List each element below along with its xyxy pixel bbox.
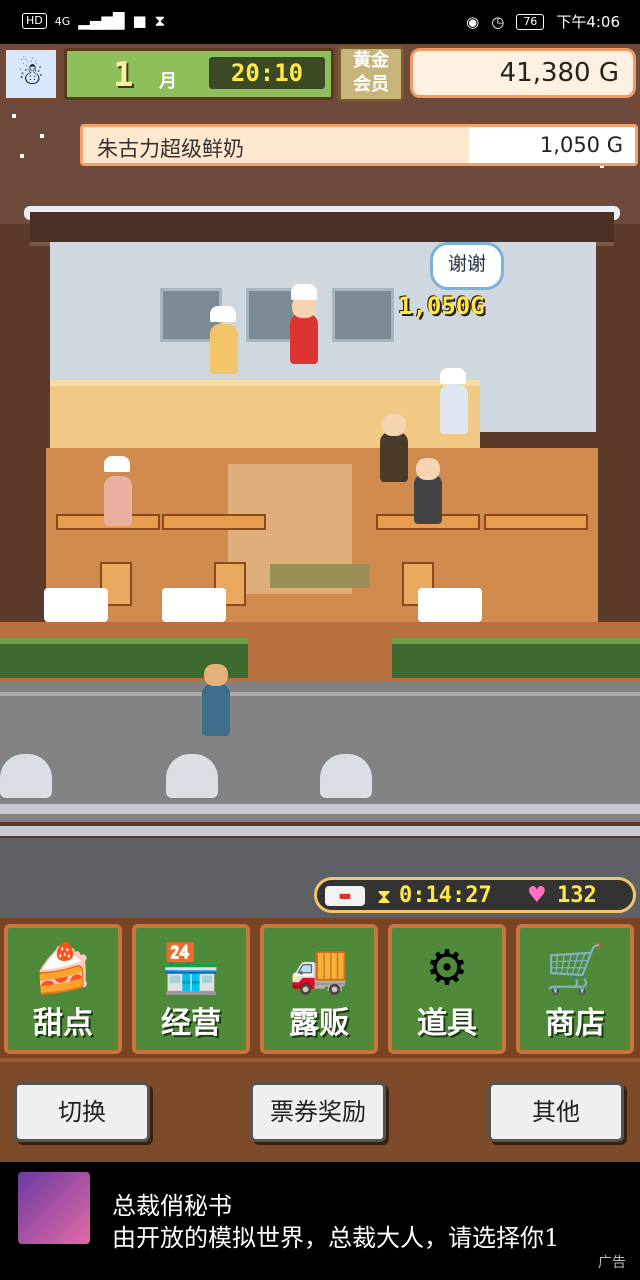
switch-button[interactable]: 切换 (14, 1082, 150, 1142)
walking-customer-head (204, 664, 228, 686)
money-display: 41,380 G (410, 48, 636, 98)
snowflake (40, 134, 44, 138)
thanks-speech-bubble: 谢谢 (430, 242, 504, 290)
notification-icon: ■ (132, 12, 147, 30)
network-indicator: 4G (54, 14, 71, 28)
shop-icon: 🏪 (161, 940, 221, 997)
walking-customer[interactable] (202, 684, 230, 736)
heart-count: 132 (557, 883, 597, 908)
ad-thumbnail (18, 1172, 90, 1244)
snowy-bush (166, 754, 218, 798)
clock-time: 下午4:06 (556, 13, 620, 31)
signal-icon: ▂▄▆█ (78, 12, 125, 30)
fence-rail (0, 804, 640, 814)
other-button[interactable]: 其他 (488, 1082, 624, 1142)
items-button[interactable]: ⚙ 道具 (388, 924, 506, 1054)
flower-hedge (392, 638, 640, 678)
month-number: 1 (113, 55, 134, 95)
sale-banner: 朱古力超级鲜奶 1,050 G (80, 124, 638, 166)
store-label: 商店 (545, 1006, 605, 1041)
sale-item-price: 1,050 G (469, 127, 635, 163)
voucher-rewards-button[interactable]: 票券奖励 (250, 1082, 386, 1142)
dessert-label: 甜点 (33, 1006, 93, 1041)
door-mat (270, 564, 370, 588)
top-hud: ☃ 1 月 20:10 黄金 会员 41,380 G (0, 44, 640, 104)
cafe-table[interactable] (162, 588, 226, 622)
customer-character[interactable] (414, 474, 442, 524)
gold-member-label-bottom: 会员 (353, 74, 389, 95)
customer-character[interactable] (380, 432, 408, 482)
ad-description: 由开放的模拟世界，总裁大人，请选择你1 (112, 1224, 560, 1252)
cart-icon: 🛒 (545, 940, 605, 997)
ad-banner[interactable]: 总裁俏秘书 由开放的模拟世界，总裁大人，请选择你1 广告 (0, 1164, 640, 1280)
alarm-icon: ◷ (491, 12, 505, 31)
oven (332, 288, 394, 342)
eye-icon: ◉ (466, 12, 480, 31)
food-truck-icon: 🚚 (289, 940, 349, 997)
baker-hat (210, 306, 236, 322)
manage-button[interactable]: 🏪 经营 (132, 924, 250, 1054)
cashier-character[interactable] (440, 384, 468, 434)
ad-title: 总裁俏秘书 (112, 1192, 232, 1220)
season-snowman-icon[interactable]: ☃ (3, 47, 59, 101)
staff-character[interactable] (104, 476, 132, 526)
shop-counter (50, 380, 480, 454)
main-menu: 🍰 甜点 🏪 经营 🚚 露贩 ⚙ 道具 🛒 商店 (0, 918, 640, 1058)
month-label: 月 (159, 71, 177, 92)
store-button[interactable]: 🛒 商店 (516, 924, 634, 1054)
gold-member-label-top: 黄金 (353, 50, 389, 71)
display-table[interactable] (162, 514, 266, 530)
event-timer: 0:14:27 (399, 883, 492, 908)
snowflake (20, 154, 24, 158)
dessert-button[interactable]: 🍰 甜点 (4, 924, 122, 1054)
items-label: 道具 (417, 1006, 477, 1041)
hourglass-status-icon: ⧗ (154, 12, 166, 30)
food-truck-small-icon: ▬ (325, 886, 365, 906)
battery-indicator: 76 (516, 13, 545, 30)
cafe-table[interactable] (44, 588, 108, 622)
street (0, 682, 640, 822)
items-icon: ⚙ (425, 940, 469, 996)
event-timer-bar[interactable]: ▬ ⧗ 0:14:27 ♥ 132 (314, 877, 636, 913)
snowflake (12, 114, 16, 118)
chef-character[interactable] (290, 314, 318, 364)
game-time: 20:10 (209, 57, 325, 89)
date-display: 1 月 20:10 (64, 48, 334, 100)
manage-label: 经营 (161, 1006, 221, 1041)
food-truck-button[interactable]: 🚚 露贩 (260, 924, 378, 1054)
hourglass-icon: ⧗ (377, 884, 392, 908)
action-bar: 切换 票券奖励 其他 (0, 1058, 640, 1162)
curb (0, 692, 640, 696)
snowy-bush (320, 754, 372, 798)
ad-tag: 广告 (598, 1255, 626, 1271)
gold-member-badge[interactable]: 黄金 会员 (338, 46, 404, 102)
shop-eaves (30, 212, 614, 246)
baker-character[interactable] (210, 324, 238, 374)
fence-rail (0, 826, 640, 836)
display-table[interactable] (484, 514, 588, 530)
heart-icon: ♥ (527, 883, 547, 908)
earned-amount: 1,050G (398, 292, 485, 320)
cake-icon: 🍰 (33, 940, 93, 997)
game-scene[interactable] (0, 44, 640, 918)
food-truck-label: 露贩 (289, 1006, 349, 1041)
hd-indicator: HD (22, 13, 47, 29)
customer-head (416, 458, 440, 480)
cafe-table[interactable] (418, 588, 482, 622)
chef-hat (291, 284, 317, 300)
status-bar: HD 4G ▂▄▆█ ■ ⧗ ◉ ◷ 76 下午4:06 (0, 0, 640, 44)
staff-hat (104, 456, 130, 472)
sale-item-name: 朱古力超级鲜奶 (97, 137, 244, 161)
customer-head (382, 414, 406, 436)
cashier-hat (440, 368, 466, 384)
snowy-bush (0, 754, 52, 798)
